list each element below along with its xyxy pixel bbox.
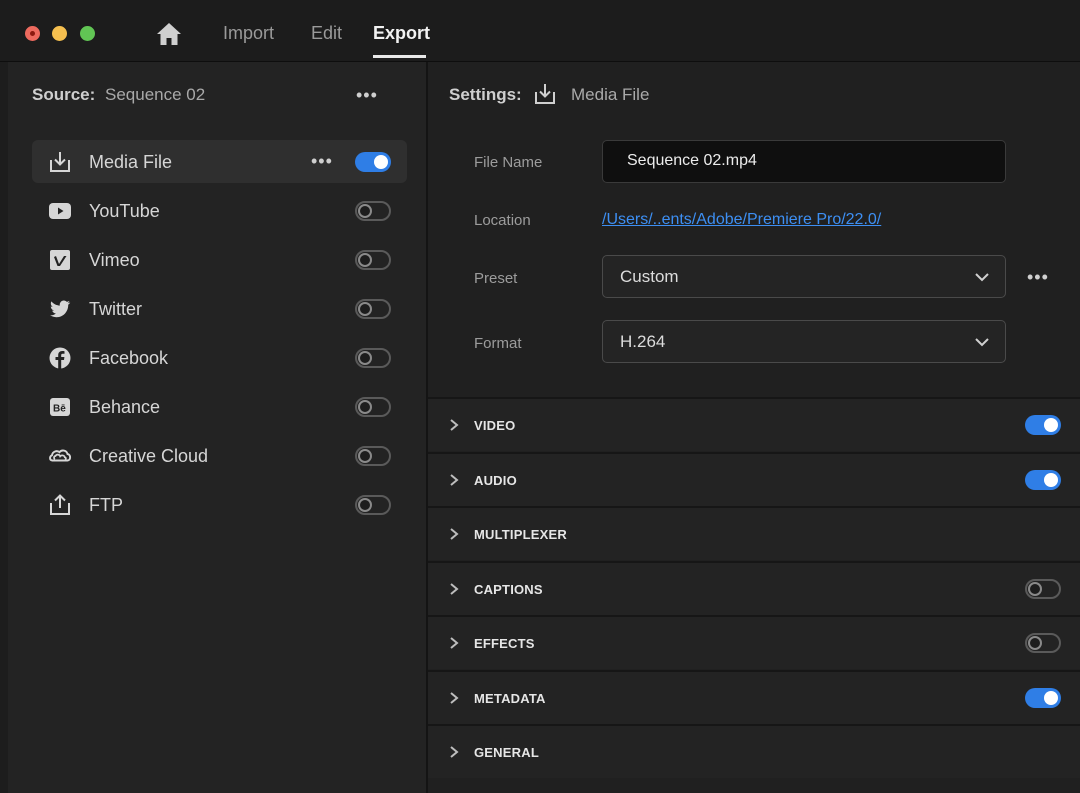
twitter-toggle[interactable] [355, 299, 391, 319]
settings-label: Settings: [449, 85, 522, 104]
upload-icon [50, 494, 70, 515]
file-name-value: Sequence 02.mp4 [627, 152, 757, 169]
download-icon [50, 152, 70, 172]
video-toggle[interactable] [1025, 415, 1061, 435]
section-title: CAPTIONS [474, 582, 543, 597]
youtube-toggle[interactable] [355, 201, 391, 221]
title-bar: Import Edit Export [0, 0, 1080, 62]
vimeo-toggle[interactable] [355, 250, 391, 270]
section-title: EFFECTS [474, 636, 535, 651]
destination-label: Creative Cloud [89, 446, 209, 466]
chevron-right-icon [450, 692, 459, 704]
settings-value: Media File [571, 85, 650, 104]
location-label: Location [474, 212, 531, 229]
chevron-right-icon [450, 583, 459, 595]
vimeo-icon [50, 250, 70, 270]
destination-behance[interactable]: Bē Behance [32, 385, 407, 428]
source-more-button[interactable]: ••• [356, 86, 378, 104]
section-title: VIDEO [474, 418, 516, 433]
home-icon[interactable] [156, 22, 182, 46]
chevron-right-icon [450, 419, 459, 431]
facebook-toggle[interactable] [355, 348, 391, 368]
zoom-window-button[interactable] [80, 26, 95, 41]
close-window-button[interactable] [25, 26, 40, 41]
metadata-toggle[interactable] [1025, 688, 1061, 708]
destination-ftp[interactable]: FTP [32, 483, 407, 526]
section-title: AUDIO [474, 473, 517, 488]
destination-vimeo[interactable]: Vimeo [32, 238, 407, 281]
section-metadata[interactable]: METADATA [428, 670, 1080, 724]
destination-label: YouTube [89, 201, 160, 221]
media-file-more-button[interactable]: ••• [311, 152, 333, 170]
svg-text:Bē: Bē [53, 404, 66, 415]
chevron-right-icon [450, 637, 459, 649]
section-multiplexer[interactable]: MULTIPLEXER [428, 506, 1080, 560]
section-video[interactable]: VIDEO [428, 397, 1080, 451]
chevron-right-icon [450, 746, 459, 758]
chevron-down-icon [975, 273, 989, 282]
chevron-right-icon [450, 474, 459, 486]
section-title: METADATA [474, 691, 546, 706]
destination-label: Vimeo [89, 250, 140, 270]
audio-toggle[interactable] [1025, 470, 1061, 490]
preset-select[interactable]: Custom [602, 255, 1006, 298]
preset-label: Preset [474, 270, 518, 287]
file-name-label: File Name [474, 154, 543, 171]
captions-toggle[interactable] [1025, 579, 1061, 599]
chevron-down-icon [975, 338, 989, 347]
section-audio[interactable]: AUDIO [428, 452, 1080, 506]
preset-more-button[interactable]: ••• [1027, 268, 1049, 286]
format-value: H.264 [620, 332, 666, 351]
section-title: GENERAL [474, 745, 539, 760]
section-title: MULTIPLEXER [474, 527, 567, 542]
section-effects[interactable]: EFFECTS [428, 615, 1080, 669]
destination-label: FTP [89, 495, 123, 515]
section-general[interactable]: GENERAL [428, 724, 1080, 778]
destination-label: Behance [89, 397, 161, 417]
destination-facebook[interactable]: Facebook [32, 336, 407, 379]
tab-export[interactable]: Export [373, 23, 430, 44]
ftp-toggle[interactable] [355, 495, 391, 515]
chevron-right-icon [450, 528, 459, 540]
destination-twitter[interactable]: Twitter [32, 287, 407, 330]
destination-label: Facebook [89, 348, 169, 368]
source-value: Sequence 02 [105, 85, 206, 104]
location-link[interactable]: /Users/..ents/Adobe/Premiere Pro/22.0/ [602, 211, 881, 229]
media-file-toggle[interactable] [355, 152, 391, 172]
twitter-icon [50, 300, 71, 318]
creative-cloud-icon [49, 449, 72, 462]
behance-icon: Bē [50, 398, 70, 416]
behance-toggle[interactable] [355, 397, 391, 417]
file-name-input[interactable]: Sequence 02.mp4 [602, 140, 1006, 183]
settings-panel: Settings: Media File File Name Sequence … [428, 62, 1080, 793]
destination-media-file[interactable]: Media File ••• [32, 140, 407, 183]
destination-label: Twitter [89, 299, 143, 319]
source-label: Source: [32, 85, 96, 104]
download-icon [535, 84, 555, 104]
destination-creative-cloud[interactable]: Creative Cloud [32, 434, 407, 477]
format-select[interactable]: H.264 [602, 320, 1006, 363]
format-label: Format [474, 335, 522, 352]
tab-edit[interactable]: Edit [311, 23, 342, 44]
destinations-panel: Source: Sequence 02 ••• Media File ••• Y… [8, 62, 426, 793]
effects-toggle[interactable] [1025, 633, 1061, 653]
creative-cloud-toggle[interactable] [355, 446, 391, 466]
minimize-window-button[interactable] [52, 26, 67, 41]
preset-value: Custom [620, 267, 679, 286]
section-captions[interactable]: CAPTIONS [428, 561, 1080, 615]
active-tab-indicator [373, 55, 426, 58]
facebook-icon [49, 347, 71, 369]
tab-import[interactable]: Import [223, 23, 274, 44]
destination-youtube[interactable]: YouTube [32, 189, 407, 232]
youtube-icon [49, 203, 71, 219]
destination-label: Media File [89, 152, 173, 172]
